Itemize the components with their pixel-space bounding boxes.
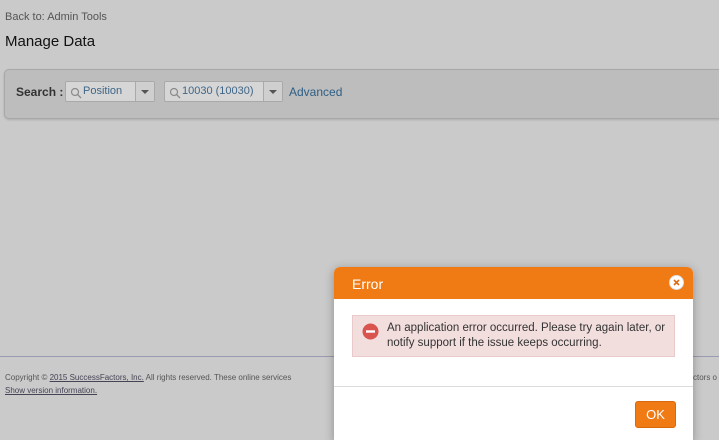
search-type-dropdown[interactable]: Position [65, 81, 155, 102]
chevron-down-icon[interactable] [263, 82, 282, 101]
search-label: Search : [16, 85, 64, 99]
back-link[interactable]: Back to: Admin Tools [5, 11, 107, 23]
search-panel: Search : Position 10030 (10030) Advanced [4, 69, 719, 119]
chevron-down-icon[interactable] [135, 82, 154, 101]
copyright-link[interactable]: 2015 SuccessFactors, Inc. [50, 373, 144, 382]
error-message: An application error occurred. Please tr… [387, 322, 666, 349]
dialog-divider [334, 386, 693, 387]
close-icon[interactable] [669, 275, 684, 290]
search-icon [169, 86, 181, 99]
page-title: Manage Data [5, 33, 96, 50]
error-icon [362, 323, 379, 340]
search-icon [70, 86, 82, 99]
search-id-dropdown[interactable]: 10030 (10030) [164, 81, 283, 102]
copyright-suffix: All rights reserved. These online servic… [143, 373, 292, 382]
search-type-value: Position [83, 85, 123, 97]
show-version-link[interactable]: Show version information. [5, 386, 97, 395]
advanced-search-link[interactable]: Advanced [289, 85, 342, 99]
ok-button[interactable]: OK [635, 401, 676, 428]
dialog-header: Error [334, 267, 693, 299]
copyright-prefix: Copyright © [5, 373, 50, 382]
error-message-box: An application error occurred. Please tr… [352, 315, 675, 357]
footer-copyright: Copyright © 2015 SuccessFactors, Inc. Al… [5, 373, 291, 382]
error-dialog: Error An application error occurred. Ple… [334, 267, 693, 440]
dialog-title: Error [352, 276, 384, 292]
footer-copyright-fragment: ctors o [693, 373, 718, 382]
search-id-value: 10030 (10030) [182, 85, 254, 97]
